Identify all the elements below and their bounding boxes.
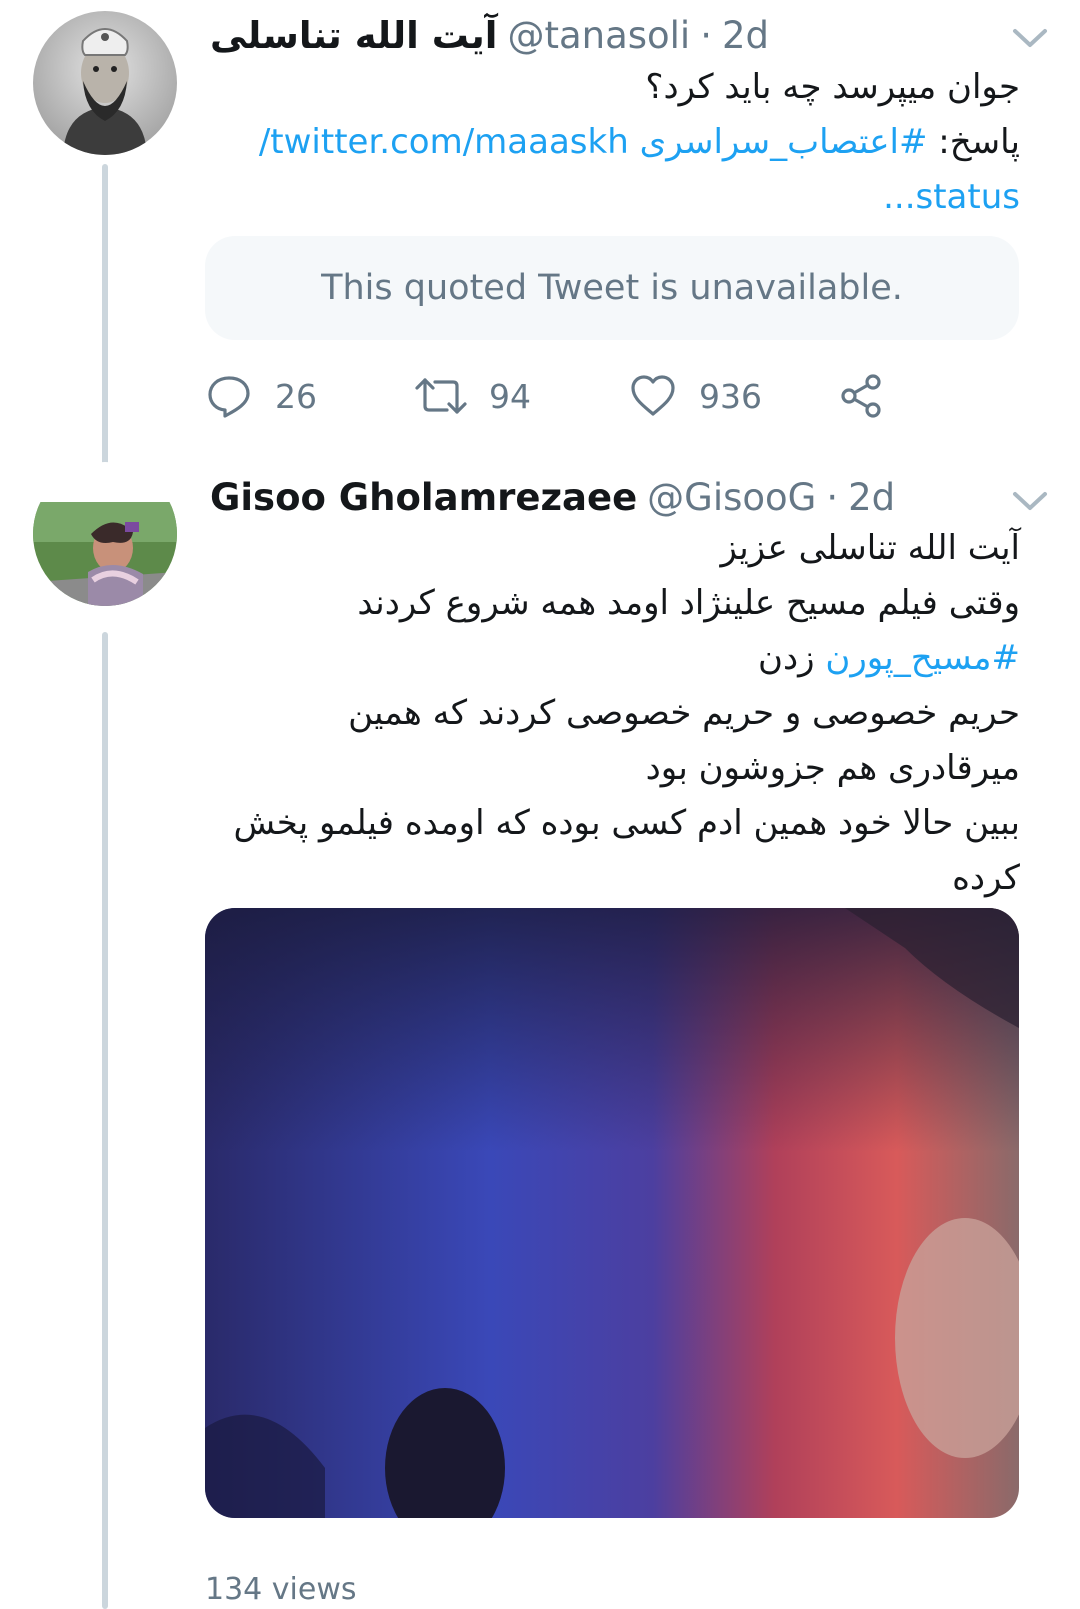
tweet-text-line: میرقادری هم جزوشون بود <box>645 748 1020 788</box>
timestamp[interactable]: 2d <box>848 476 895 519</box>
share-icon <box>841 374 881 418</box>
chevron-down-icon[interactable] <box>1011 26 1049 50</box>
tweet-text-line: حریم خصوصی و حریم خصوصی کردند که همین <box>348 693 1020 733</box>
reply-button[interactable]: 26 <box>205 371 317 421</box>
tweet-text: آیت الله تناسلی عزیز وقتی فیلم مسیح علین… <box>200 521 1020 906</box>
reply-prefix: پاسخ: <box>927 122 1020 162</box>
like-count: 936 <box>699 376 762 416</box>
tweet-header: Gisoo Gholamrezaee @GisooG · 2d <box>210 476 895 524</box>
video-media[interactable] <box>205 908 1019 1518</box>
tweet-text-line: آیت الله تناسلی عزیز <box>720 528 1020 568</box>
chevron-down-icon[interactable] <box>1011 489 1049 513</box>
hashtag-link[interactable]: #اعتصاب_سراسری <box>640 122 928 162</box>
retweet-icon <box>415 378 467 414</box>
tweet-text-line: #مسیح_پورن زدن <box>200 631 1020 686</box>
tweet-text-line: ببین حالا خود همین ادم کسی بوده که اومده… <box>233 803 1020 898</box>
handle[interactable]: @tanasoli <box>507 14 690 57</box>
video-view-count: 134 views <box>205 1572 357 1607</box>
tweet-text-line: ...status <box>200 170 1020 225</box>
thread-line <box>102 632 108 1609</box>
separator-dot: · <box>826 476 839 519</box>
separator-dot: · <box>700 14 712 57</box>
avatar[interactable] <box>33 462 177 606</box>
tweet-text-line: جوان میپرسد چه باید کرد؟ <box>645 67 1020 107</box>
hashtag-link[interactable]: #مسیح_پورن <box>825 638 1020 678</box>
video-thumbnail <box>205 908 1019 1518</box>
display-name[interactable]: Gisoo Gholamrezaee <box>210 476 637 519</box>
retweet-count: 94 <box>489 376 531 416</box>
tweet-text-line: پاسخ: #اعتصاب_سراسری twitter.com/maaaskh… <box>200 115 1020 170</box>
thread-line <box>102 164 108 474</box>
timeline: آیت الله تناسلی @tanasoli · 2d جوان میپر… <box>0 0 1080 1609</box>
tweet-header: آیت الله تناسلی @tanasoli · 2d <box>210 14 769 62</box>
timestamp[interactable]: 2d <box>722 14 769 57</box>
url-link[interactable]: twitter.com/maaaskh/ <box>259 122 640 162</box>
share-button[interactable] <box>837 371 885 421</box>
hashtag-suffix: زدن <box>758 638 826 678</box>
reply-icon <box>208 376 250 418</box>
avatar[interactable] <box>33 11 177 155</box>
heart-icon <box>631 375 675 416</box>
tweet-text-line: وقتی فیلم مسیح علینژاد اومد همه شروع کرد… <box>357 583 1020 623</box>
handle[interactable]: @GisooG <box>647 476 816 519</box>
retweet-button[interactable]: 94 <box>415 371 531 421</box>
display-name[interactable]: آیت الله تناسلی <box>210 14 497 57</box>
quoted-unavailable-text: This quoted Tweet is unavailable. <box>321 268 903 308</box>
tweet-text: جوان میپرسد چه باید کرد؟ پاسخ: #اعتصاب_س… <box>200 60 1020 225</box>
like-button[interactable]: 936 <box>629 371 762 421</box>
quoted-tweet-unavailable[interactable]: This quoted Tweet is unavailable. <box>205 236 1019 340</box>
url-link-continued[interactable]: ...status <box>883 177 1020 217</box>
tweet-actions: 26 94 936 <box>205 371 905 421</box>
reply-count: 26 <box>275 376 317 416</box>
